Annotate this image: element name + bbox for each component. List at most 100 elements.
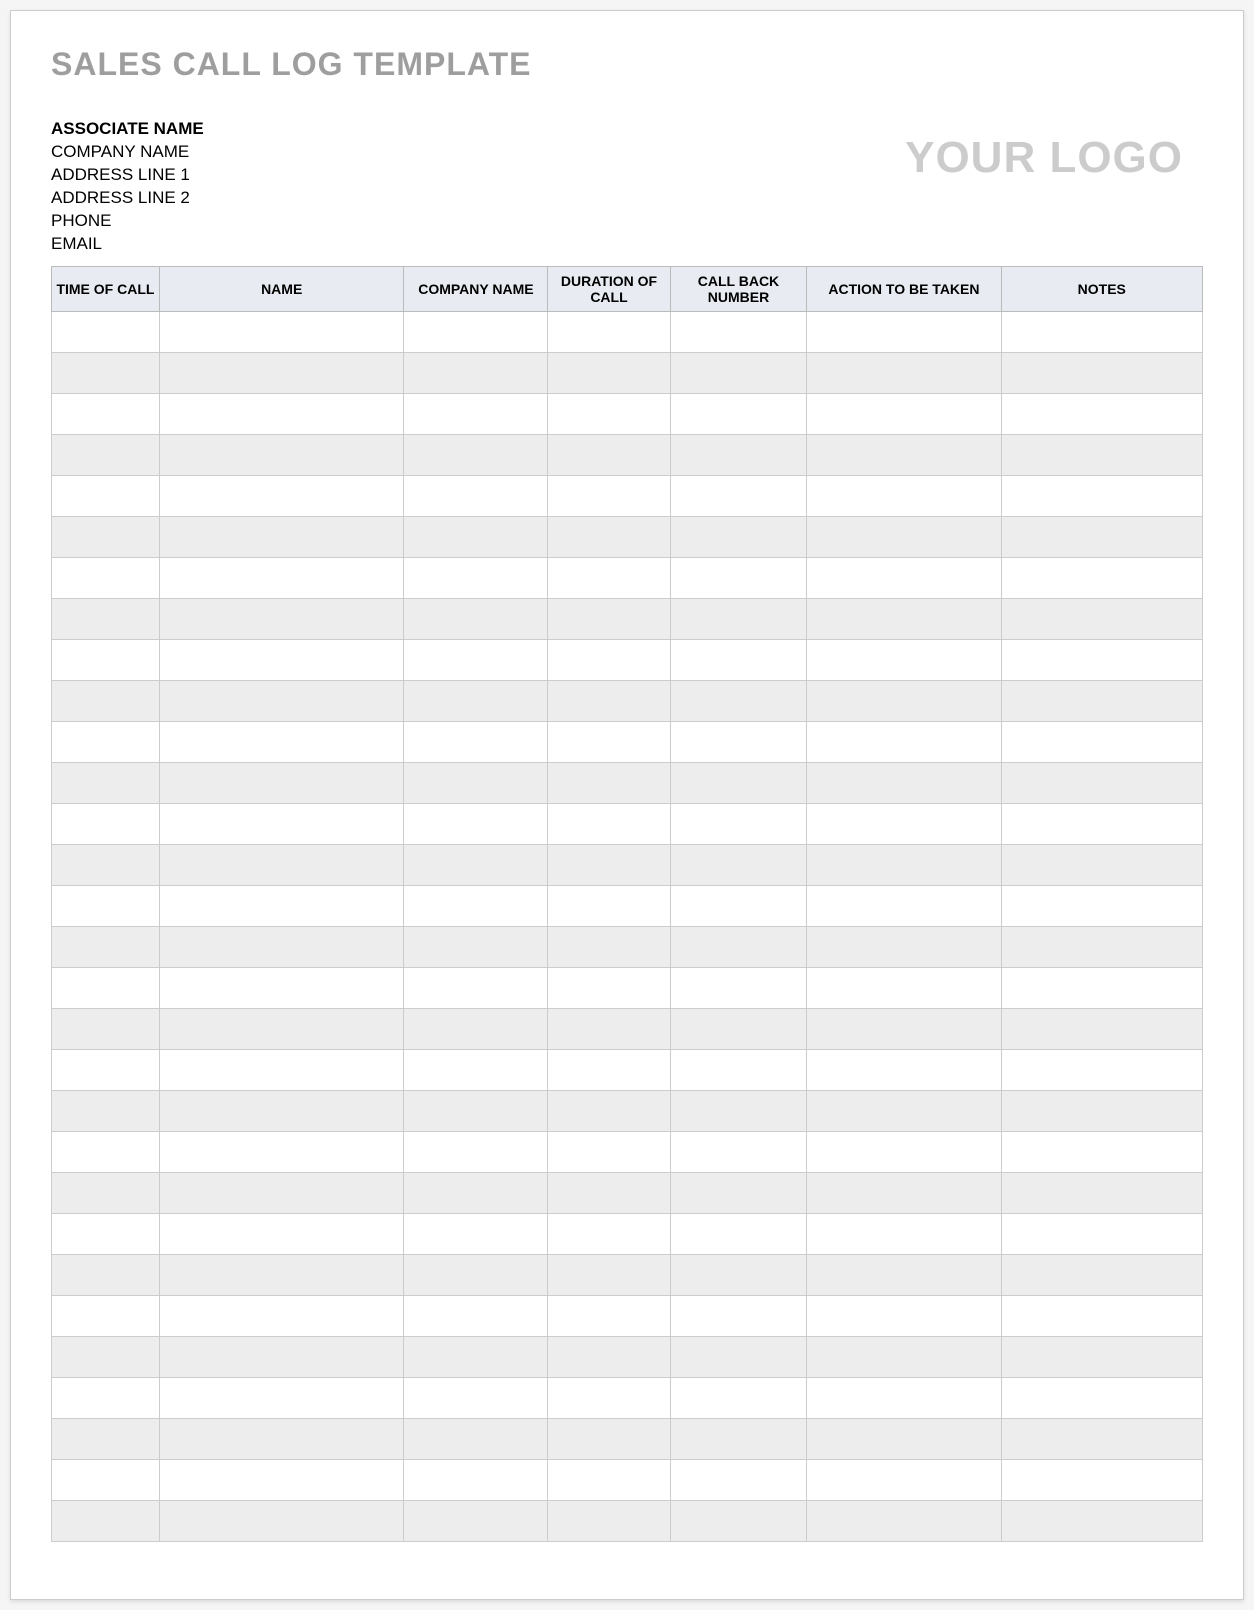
- table-cell[interactable]: [807, 1459, 1001, 1500]
- table-cell[interactable]: [52, 311, 160, 352]
- table-cell[interactable]: [404, 598, 548, 639]
- table-cell[interactable]: [807, 762, 1001, 803]
- table-cell[interactable]: [52, 967, 160, 1008]
- table-cell[interactable]: [52, 1418, 160, 1459]
- table-cell[interactable]: [52, 926, 160, 967]
- table-cell[interactable]: [807, 844, 1001, 885]
- table-cell[interactable]: [52, 434, 160, 475]
- table-cell[interactable]: [670, 1377, 807, 1418]
- table-cell[interactable]: [404, 1131, 548, 1172]
- table-cell[interactable]: [670, 1336, 807, 1377]
- table-cell[interactable]: [807, 639, 1001, 680]
- table-cell[interactable]: [670, 516, 807, 557]
- table-cell[interactable]: [404, 393, 548, 434]
- table-cell[interactable]: [1001, 352, 1202, 393]
- table-cell[interactable]: [159, 885, 404, 926]
- table-cell[interactable]: [548, 352, 670, 393]
- table-cell[interactable]: [1001, 844, 1202, 885]
- table-cell[interactable]: [670, 1090, 807, 1131]
- table-cell[interactable]: [1001, 434, 1202, 475]
- table-cell[interactable]: [670, 762, 807, 803]
- table-cell[interactable]: [548, 311, 670, 352]
- table-cell[interactable]: [548, 967, 670, 1008]
- table-cell[interactable]: [548, 1500, 670, 1541]
- table-cell[interactable]: [670, 475, 807, 516]
- table-cell[interactable]: [1001, 1090, 1202, 1131]
- table-cell[interactable]: [1001, 967, 1202, 1008]
- table-cell[interactable]: [159, 803, 404, 844]
- table-cell[interactable]: [670, 434, 807, 475]
- table-cell[interactable]: [807, 1254, 1001, 1295]
- table-cell[interactable]: [404, 844, 548, 885]
- table-cell[interactable]: [404, 516, 548, 557]
- table-cell[interactable]: [1001, 1459, 1202, 1500]
- table-cell[interactable]: [1001, 803, 1202, 844]
- table-cell[interactable]: [670, 1418, 807, 1459]
- table-cell[interactable]: [807, 1336, 1001, 1377]
- table-cell[interactable]: [159, 516, 404, 557]
- table-cell[interactable]: [404, 1377, 548, 1418]
- table-cell[interactable]: [159, 721, 404, 762]
- table-cell[interactable]: [52, 1049, 160, 1090]
- table-cell[interactable]: [52, 1008, 160, 1049]
- table-cell[interactable]: [670, 639, 807, 680]
- table-cell[interactable]: [159, 1500, 404, 1541]
- table-cell[interactable]: [52, 475, 160, 516]
- table-cell[interactable]: [807, 1090, 1001, 1131]
- table-cell[interactable]: [807, 311, 1001, 352]
- table-cell[interactable]: [52, 762, 160, 803]
- table-cell[interactable]: [52, 680, 160, 721]
- table-cell[interactable]: [670, 803, 807, 844]
- table-cell[interactable]: [1001, 1008, 1202, 1049]
- table-cell[interactable]: [670, 885, 807, 926]
- table-cell[interactable]: [159, 557, 404, 598]
- table-cell[interactable]: [1001, 557, 1202, 598]
- table-cell[interactable]: [52, 885, 160, 926]
- table-cell[interactable]: [1001, 926, 1202, 967]
- table-cell[interactable]: [1001, 598, 1202, 639]
- table-cell[interactable]: [548, 639, 670, 680]
- table-cell[interactable]: [159, 475, 404, 516]
- table-cell[interactable]: [404, 967, 548, 1008]
- table-cell[interactable]: [404, 557, 548, 598]
- table-cell[interactable]: [404, 803, 548, 844]
- table-cell[interactable]: [404, 926, 548, 967]
- table-cell[interactable]: [548, 721, 670, 762]
- table-cell[interactable]: [548, 434, 670, 475]
- table-cell[interactable]: [52, 844, 160, 885]
- table-cell[interactable]: [404, 885, 548, 926]
- table-cell[interactable]: [1001, 1254, 1202, 1295]
- table-cell[interactable]: [807, 557, 1001, 598]
- table-cell[interactable]: [404, 721, 548, 762]
- table-cell[interactable]: [52, 639, 160, 680]
- table-cell[interactable]: [52, 352, 160, 393]
- table-cell[interactable]: [670, 1008, 807, 1049]
- table-cell[interactable]: [1001, 1336, 1202, 1377]
- table-cell[interactable]: [404, 311, 548, 352]
- table-cell[interactable]: [807, 1049, 1001, 1090]
- table-cell[interactable]: [52, 393, 160, 434]
- table-cell[interactable]: [52, 557, 160, 598]
- table-cell[interactable]: [548, 885, 670, 926]
- table-cell[interactable]: [807, 680, 1001, 721]
- table-cell[interactable]: [159, 1172, 404, 1213]
- table-cell[interactable]: [404, 1459, 548, 1500]
- table-cell[interactable]: [1001, 1049, 1202, 1090]
- table-cell[interactable]: [807, 1377, 1001, 1418]
- table-cell[interactable]: [159, 1213, 404, 1254]
- table-cell[interactable]: [548, 844, 670, 885]
- table-cell[interactable]: [670, 1213, 807, 1254]
- table-cell[interactable]: [548, 1254, 670, 1295]
- table-cell[interactable]: [548, 1336, 670, 1377]
- table-cell[interactable]: [52, 598, 160, 639]
- table-cell[interactable]: [670, 721, 807, 762]
- table-cell[interactable]: [548, 557, 670, 598]
- table-cell[interactable]: [670, 1500, 807, 1541]
- table-cell[interactable]: [548, 393, 670, 434]
- table-cell[interactable]: [1001, 885, 1202, 926]
- table-cell[interactable]: [1001, 475, 1202, 516]
- table-cell[interactable]: [807, 516, 1001, 557]
- table-cell[interactable]: [670, 967, 807, 1008]
- table-cell[interactable]: [404, 1336, 548, 1377]
- table-cell[interactable]: [52, 803, 160, 844]
